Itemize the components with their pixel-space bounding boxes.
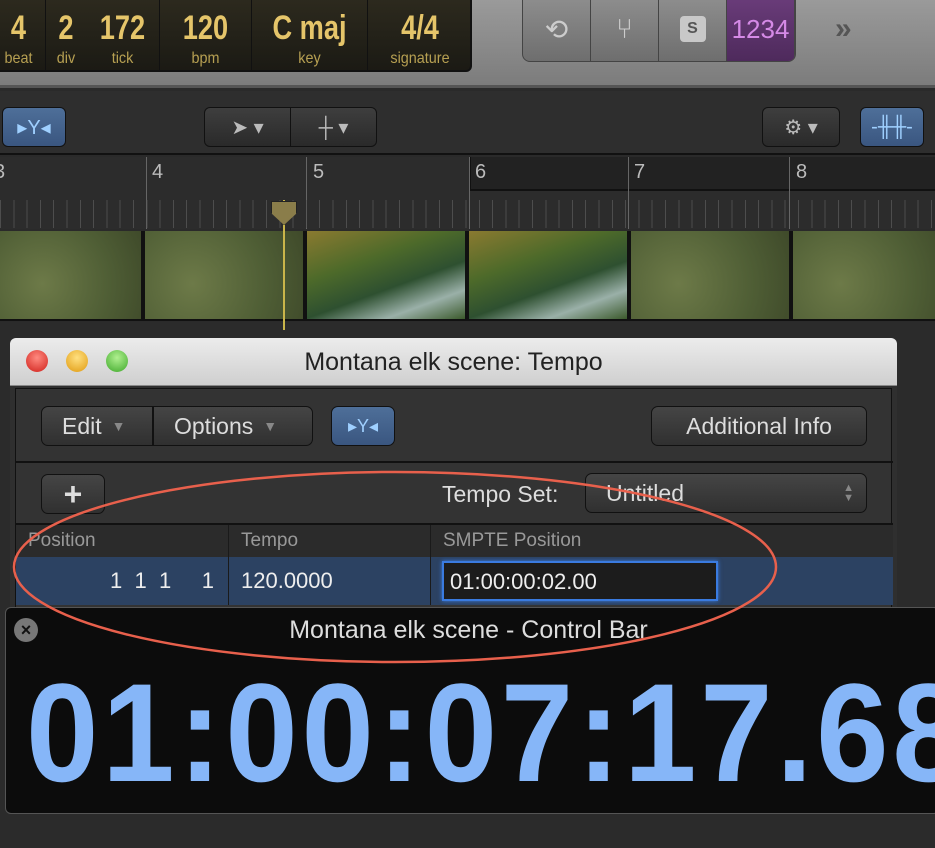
edit-menu-button[interactable]: Edit ▼ bbox=[41, 406, 153, 446]
column-position[interactable]: Position bbox=[16, 525, 229, 557]
video-thumbnail bbox=[0, 231, 141, 319]
bar-number: 5 bbox=[313, 161, 325, 183]
catch-icon: ▸Y◂ bbox=[347, 415, 379, 436]
lcd-key: C maj key bbox=[252, 0, 368, 70]
updown-icon: ▲ ▼ bbox=[843, 482, 854, 504]
tempo-value: 120 bbox=[182, 9, 229, 47]
pointer-icon: ➤ ▾ bbox=[231, 116, 264, 139]
video-thumbnail bbox=[145, 231, 303, 319]
table-row[interactable]: 1 1 1 1 120.0000 01:00:00:02.00 bbox=[16, 557, 893, 605]
cycle-icon[interactable]: ⟲ bbox=[523, 0, 591, 61]
table-header: Position Tempo SMPTE Position bbox=[16, 523, 893, 557]
waveform-zoom-button[interactable]: -╫╫- bbox=[860, 107, 924, 147]
tuning-fork-icon[interactable]: ⑂ bbox=[591, 0, 659, 61]
beat-label: beat bbox=[4, 50, 33, 67]
options-menu-button[interactable]: Options ▼ bbox=[153, 406, 313, 446]
video-thumbnail bbox=[631, 231, 789, 319]
beat-value: 4 bbox=[10, 9, 27, 47]
crosshair-icon: ┼ ▾ bbox=[318, 116, 349, 139]
control-bar-window: × Montana elk scene - Control Bar 01:00:… bbox=[5, 607, 935, 814]
signature-label: signature bbox=[390, 50, 450, 67]
edit-label: Edit bbox=[62, 412, 102, 439]
signature-value: 4/4 bbox=[401, 9, 439, 47]
waveform-icon: -╫╫- bbox=[871, 115, 913, 138]
tick-value: 172 bbox=[99, 9, 146, 47]
bar-number: 3 bbox=[0, 161, 5, 184]
key-label: key bbox=[298, 50, 321, 67]
video-thumbnail bbox=[469, 231, 627, 319]
tempo-set-label: Tempo Set: bbox=[442, 481, 559, 507]
tempo-label: bpm bbox=[191, 50, 220, 67]
catch-playhead-button[interactable]: ▸Y◂ bbox=[2, 107, 66, 147]
solo-label: S bbox=[679, 16, 706, 42]
div-value: 2 bbox=[58, 9, 74, 47]
tempo-set-select[interactable]: Untitled ▲ ▼ bbox=[585, 473, 867, 513]
catch-icon: ▸Y◂ bbox=[17, 116, 51, 139]
tempo-set-value: Untitled bbox=[606, 479, 684, 506]
lcd-tick: 172 tick bbox=[86, 0, 160, 70]
video-thumbnail bbox=[307, 231, 465, 319]
lcd-beat: 4 beat bbox=[0, 0, 46, 70]
smpte-time-display: 01:00:07:17.68 bbox=[26, 654, 935, 811]
solo-button[interactable]: S bbox=[659, 0, 727, 61]
chevron-down-icon: ▼ bbox=[263, 418, 278, 434]
catch-button[interactable]: ▸Y◂ bbox=[331, 406, 395, 446]
window-titlebar[interactable]: Montana elk scene: Tempo bbox=[10, 338, 897, 386]
options-label: Options bbox=[174, 412, 254, 439]
mode-buttons: ⟲ ⑂ S 1234 bbox=[522, 0, 796, 62]
bar-number: 4 bbox=[152, 161, 164, 183]
bar-number: 8 bbox=[796, 161, 808, 183]
gear-icon: ⚙ ▾ bbox=[784, 116, 818, 139]
bar-number: 6 bbox=[475, 161, 487, 183]
lcd-display[interactable]: 4 beat 2 div 172 tick 120 bpm C maj key 4/4 si… bbox=[0, 0, 472, 72]
movie-track[interactable] bbox=[0, 231, 935, 321]
video-thumbnail bbox=[793, 231, 935, 319]
marquee-tool-button[interactable]: ┼ ▾ bbox=[290, 107, 377, 147]
key-value: C maj bbox=[272, 9, 347, 47]
cell-tempo[interactable]: 120.0000 bbox=[229, 557, 431, 605]
control-bar-title: Montana elk scene - Control Bar bbox=[289, 616, 648, 644]
additional-info-label: Additional Info bbox=[686, 412, 832, 439]
window-title: Montana elk scene: Tempo bbox=[304, 348, 603, 376]
tempo-list-window: Montana elk scene: Tempo Edit ▼ Options ▼ … bbox=[10, 338, 897, 638]
add-tempo-button[interactable]: + bbox=[41, 474, 105, 514]
pointer-tool-button[interactable]: ➤ ▾ bbox=[204, 107, 291, 147]
tempo-list-panel: Edit ▼ Options ▼ ▸Y◂ Additional Info + Tem… bbox=[15, 388, 893, 638]
column-smpte[interactable]: SMPTE Position bbox=[431, 525, 893, 557]
cell-position[interactable]: 1 1 1 1 bbox=[16, 557, 229, 605]
settings-button[interactable]: ⚙ ▾ bbox=[762, 107, 840, 147]
tracks-toolbar: ▸Y◂ ➤ ▾ ┼ ▾ ⚙ ▾ -╫╫- bbox=[0, 91, 935, 155]
lcd-tempo: 120 bpm bbox=[160, 0, 252, 70]
column-tempo[interactable]: Tempo bbox=[229, 525, 431, 557]
lcd-signature: 4/4 signature bbox=[368, 0, 472, 70]
tick-label: tick bbox=[111, 50, 134, 67]
chevron-down-icon: ▼ bbox=[111, 418, 126, 434]
bar-number: 7 bbox=[634, 161, 646, 183]
smpte-position-input[interactable]: 01:00:00:02.00 bbox=[442, 561, 718, 601]
cycle-region[interactable] bbox=[469, 157, 935, 191]
more-chevron-icon[interactable]: » bbox=[835, 12, 852, 46]
control-bar-top: 4 beat 2 div 172 tick 120 bpm C maj key 4/4 si… bbox=[0, 0, 935, 88]
ruler-ticks bbox=[0, 200, 935, 228]
div-label: div bbox=[56, 50, 76, 67]
count-in-button[interactable]: 1234 bbox=[727, 0, 795, 61]
additional-info-button[interactable]: Additional Info bbox=[651, 406, 867, 446]
lcd-div: 2 div bbox=[46, 0, 86, 70]
